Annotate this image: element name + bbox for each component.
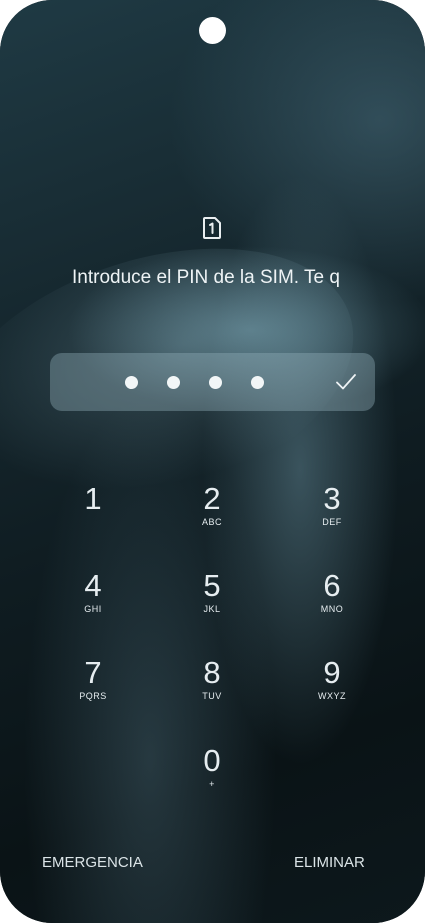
pin-dots — [125, 353, 264, 411]
key-7[interactable]: 7 PQRS — [53, 657, 133, 717]
key-letters: TUV — [202, 691, 222, 701]
key-letters: JKL — [203, 604, 221, 614]
key-digit: 9 — [323, 655, 341, 690]
key-letters: MNO — [320, 604, 344, 614]
pin-dot — [125, 375, 138, 389]
key-letters: + — [209, 779, 215, 789]
key-digit: 3 — [323, 481, 341, 516]
key-letters: DEF — [322, 517, 342, 527]
key-3[interactable]: 3 DEF — [292, 483, 372, 543]
sim-pin-prompt: Introduce el PIN de la SIM. Te q — [72, 267, 340, 288]
pin-entry-field[interactable] — [50, 353, 375, 411]
key-5[interactable]: 5 JKL — [172, 570, 252, 630]
key-6[interactable]: 6 MNO — [292, 570, 372, 630]
key-digit: 7 — [84, 655, 102, 690]
key-digit: 1 — [84, 481, 102, 516]
key-digit: 4 — [84, 568, 102, 603]
key-8[interactable]: 8 TUV — [172, 657, 252, 717]
emergency-call-button[interactable]: EMERGENCIA — [42, 852, 143, 874]
pin-dot — [251, 375, 264, 389]
key-4[interactable]: 4 GHI — [53, 570, 133, 630]
key-digit: 2 — [203, 481, 221, 516]
sim-card-icon — [203, 217, 221, 239]
key-letters: GHI — [84, 604, 102, 614]
key-2[interactable]: 2 ABC — [172, 483, 252, 543]
pin-dot — [209, 375, 222, 389]
key-0[interactable]: 0 + — [172, 745, 252, 805]
key-digit: 8 — [203, 655, 221, 690]
pin-dot — [167, 375, 180, 389]
key-digit: 0 — [203, 743, 221, 778]
front-camera-cutout — [199, 17, 226, 44]
key-digit: 5 — [203, 568, 221, 603]
key-letters: PQRS — [79, 691, 107, 701]
key-letters: ABC — [201, 517, 222, 527]
key-digit: 6 — [323, 568, 341, 603]
key-9[interactable]: 9 WXYZ — [292, 657, 372, 717]
lock-screen: Introduce el PIN de la SIM. Te q 1 2 ABC… — [0, 0, 425, 923]
key-1[interactable]: 1 — [53, 483, 133, 543]
checkmark-icon[interactable] — [334, 370, 358, 394]
key-letters: WXYZ — [318, 691, 346, 701]
delete-button[interactable]: ELIMINAR — [294, 852, 365, 874]
